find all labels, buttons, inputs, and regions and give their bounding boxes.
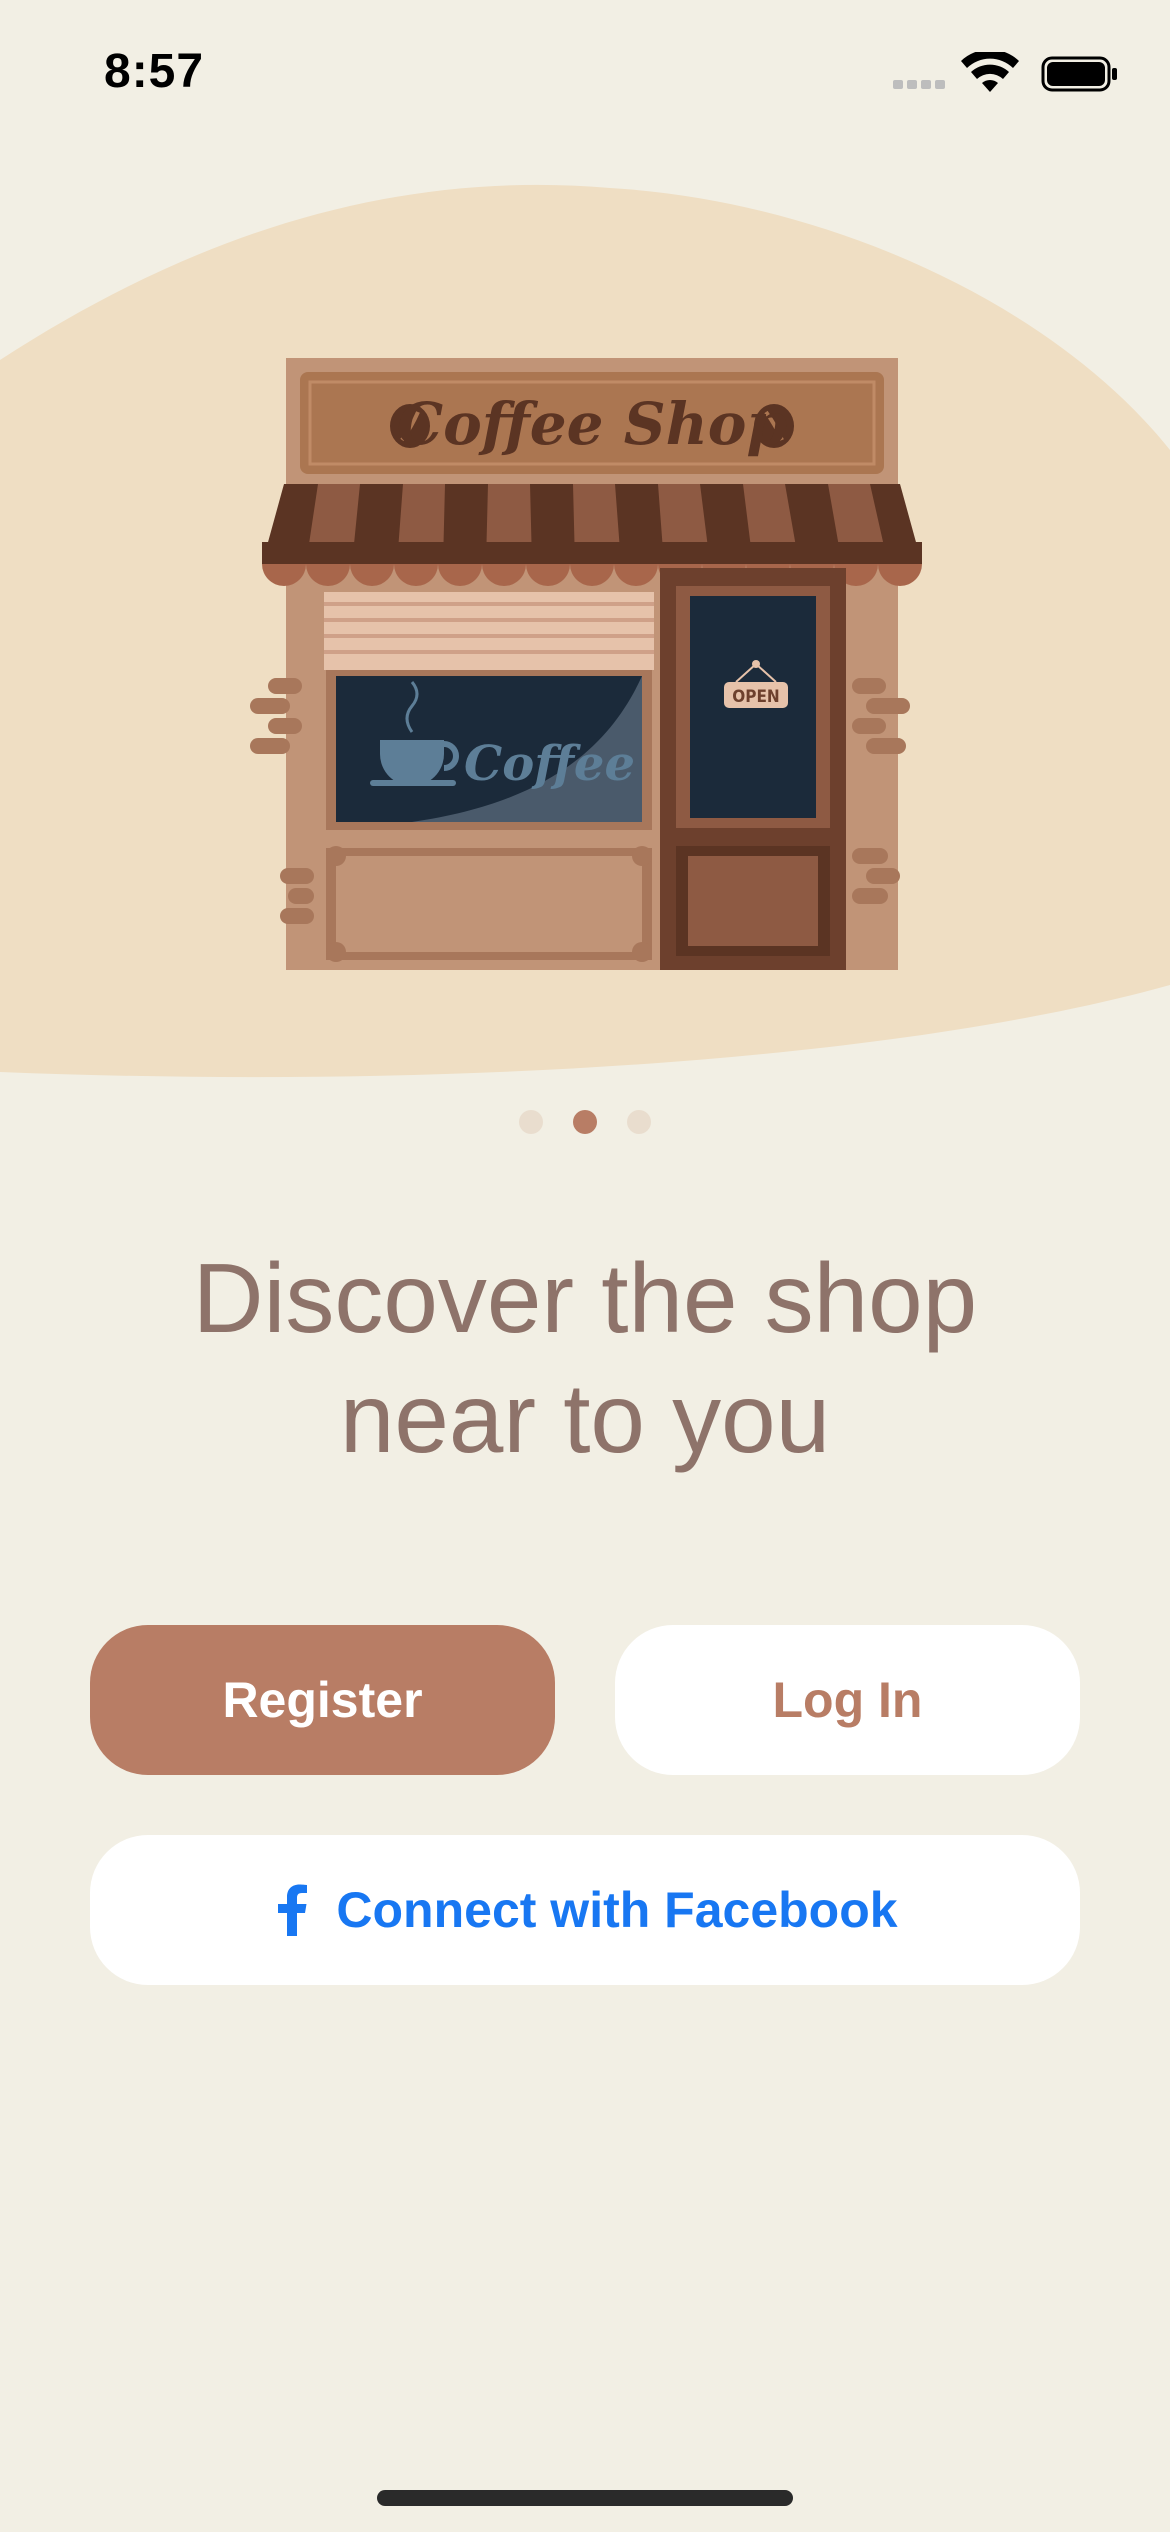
login-button-label: Log In — [772, 1672, 923, 1728]
facebook-f-icon — [272, 1882, 312, 1938]
page-indicator[interactable] — [0, 1110, 1170, 1140]
page-dot-2-active[interactable] — [573, 1110, 597, 1134]
register-button[interactable]: Register — [90, 1625, 555, 1775]
login-button[interactable]: Log In — [615, 1625, 1080, 1775]
page-dot-3[interactable] — [627, 1110, 651, 1134]
connect-facebook-button[interactable]: Connect with Facebook — [90, 1835, 1080, 1985]
page-dot-1[interactable] — [519, 1110, 543, 1134]
shop-signboard: Coffee Shop — [300, 372, 884, 474]
lower-wall-panel — [326, 846, 652, 962]
open-sign-text: OPEN — [732, 687, 779, 707]
facebook-button-label: Connect with Facebook — [336, 1882, 898, 1938]
home-indicator[interactable] — [377, 2490, 793, 2506]
register-button-label: Register — [222, 1672, 423, 1728]
shop-window: Coffee — [326, 670, 652, 830]
window-blinds — [324, 592, 654, 670]
window-text: Coffee — [464, 736, 635, 792]
coffee-shop-illustration: Coffee Shop Coffee OPEN — [240, 340, 940, 980]
headline-line-2: near to you — [339, 1363, 831, 1473]
shop-door[interactable]: OPEN — [660, 568, 846, 970]
onboarding-headline: Discover the shop near to you — [0, 1238, 1170, 1478]
signboard-text: Coffee Shop — [397, 390, 787, 458]
headline-line-1: Discover the shop — [192, 1243, 978, 1353]
